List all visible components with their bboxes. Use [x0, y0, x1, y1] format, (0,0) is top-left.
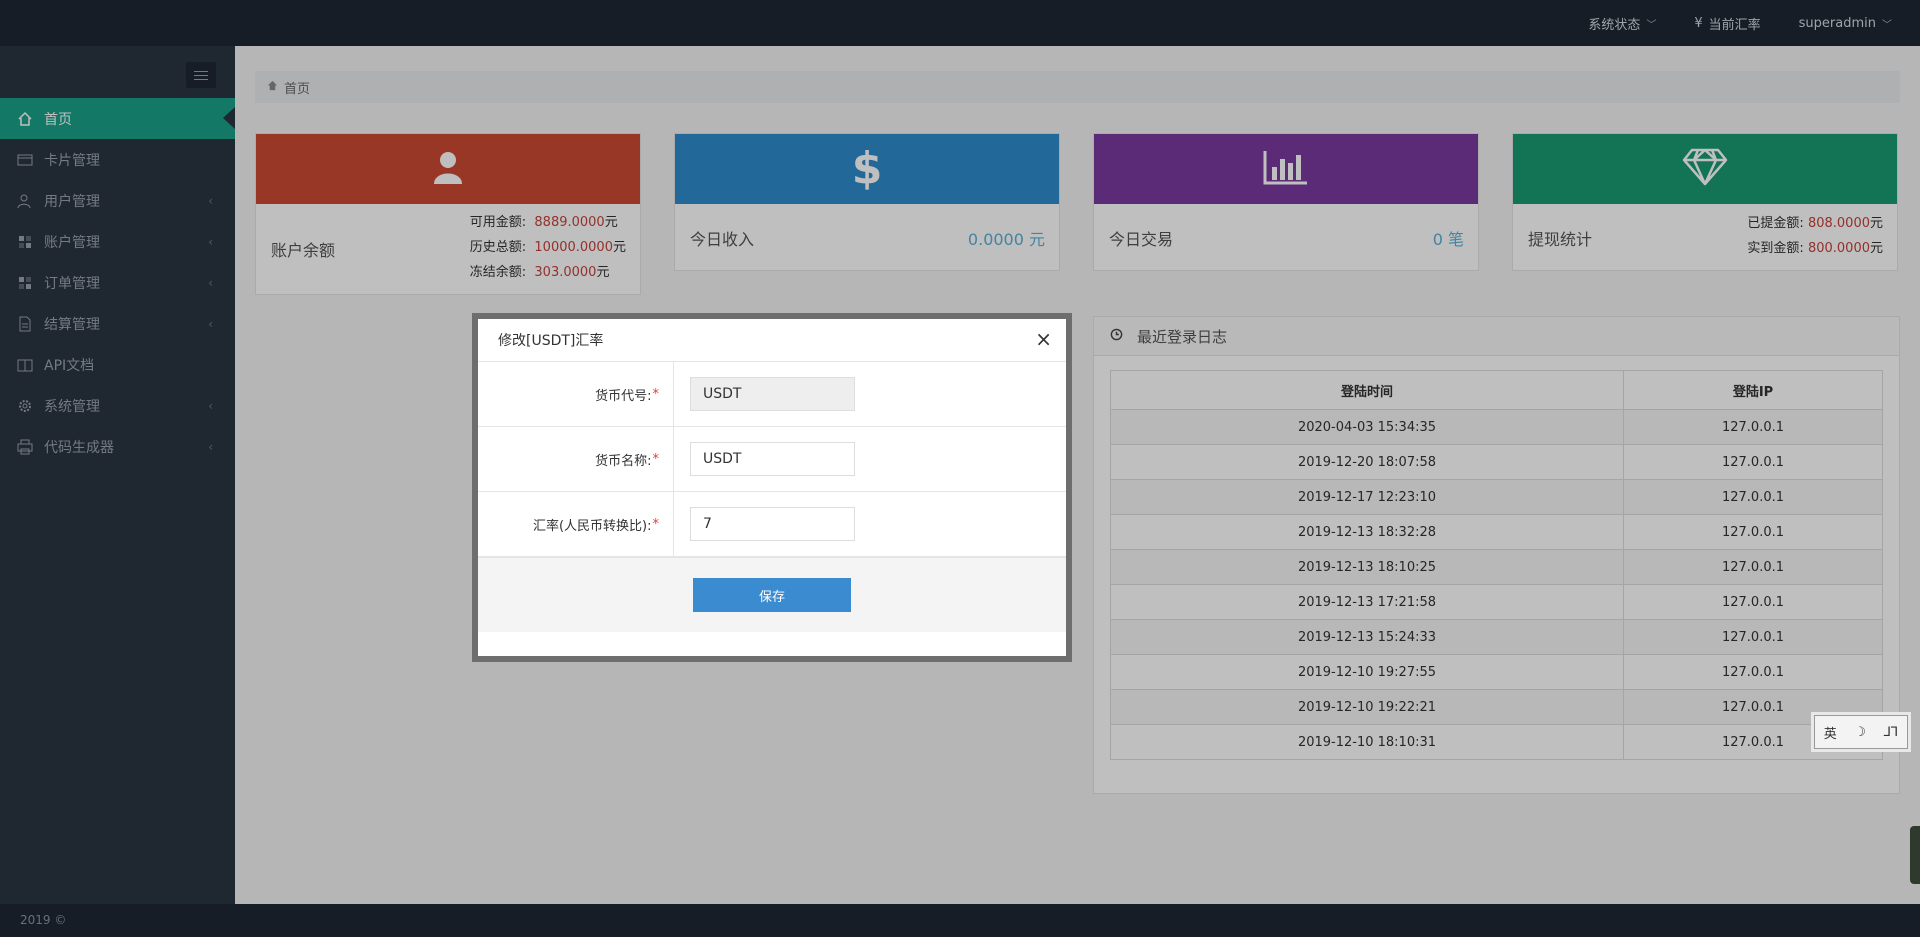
- currency-name-input[interactable]: [690, 442, 855, 476]
- moon-icon[interactable]: ☽: [1854, 725, 1866, 740]
- currency-code-label: 货币代号:: [595, 388, 652, 404]
- required-mark: *: [652, 516, 660, 532]
- exchange-rate-input[interactable]: [690, 507, 855, 541]
- currency-code-input[interactable]: [690, 377, 855, 411]
- edit-rate-modal: 修改[USDT]汇率 × 货币代号:* 货币名称:* 汇率(人民币转换比):* …: [478, 319, 1066, 656]
- save-button[interactable]: 保存: [693, 578, 851, 612]
- required-mark: *: [652, 451, 660, 467]
- required-mark: *: [652, 386, 660, 402]
- modal-footer: 保存: [478, 557, 1066, 632]
- form-row-currency-code: 货币代号: *: [478, 362, 1066, 427]
- ime-language-toggle[interactable]: 英: [1824, 723, 1837, 742]
- form-row-exchange-rate: 汇率(人民币转换比): *: [478, 492, 1066, 557]
- form-row-currency-name: 货币名称: *: [478, 427, 1066, 492]
- exchange-rate-label: 汇率(人民币转换比):: [532, 518, 652, 534]
- close-icon[interactable]: ×: [1035, 327, 1052, 351]
- side-widget-tab[interactable]: [1910, 826, 1920, 884]
- modal-header: 修改[USDT]汇率 ×: [478, 319, 1066, 362]
- ime-toolbar[interactable]: 英 ☽ ⅃⅂: [1814, 715, 1908, 749]
- currency-name-label: 货币名称:: [595, 453, 652, 469]
- modal-title: 修改[USDT]汇率: [498, 333, 604, 349]
- ime-mode-icon[interactable]: ⅃⅂: [1884, 725, 1899, 740]
- modal-frame: 修改[USDT]汇率 × 货币代号:* 货币名称:* 汇率(人民币转换比):* …: [472, 313, 1072, 662]
